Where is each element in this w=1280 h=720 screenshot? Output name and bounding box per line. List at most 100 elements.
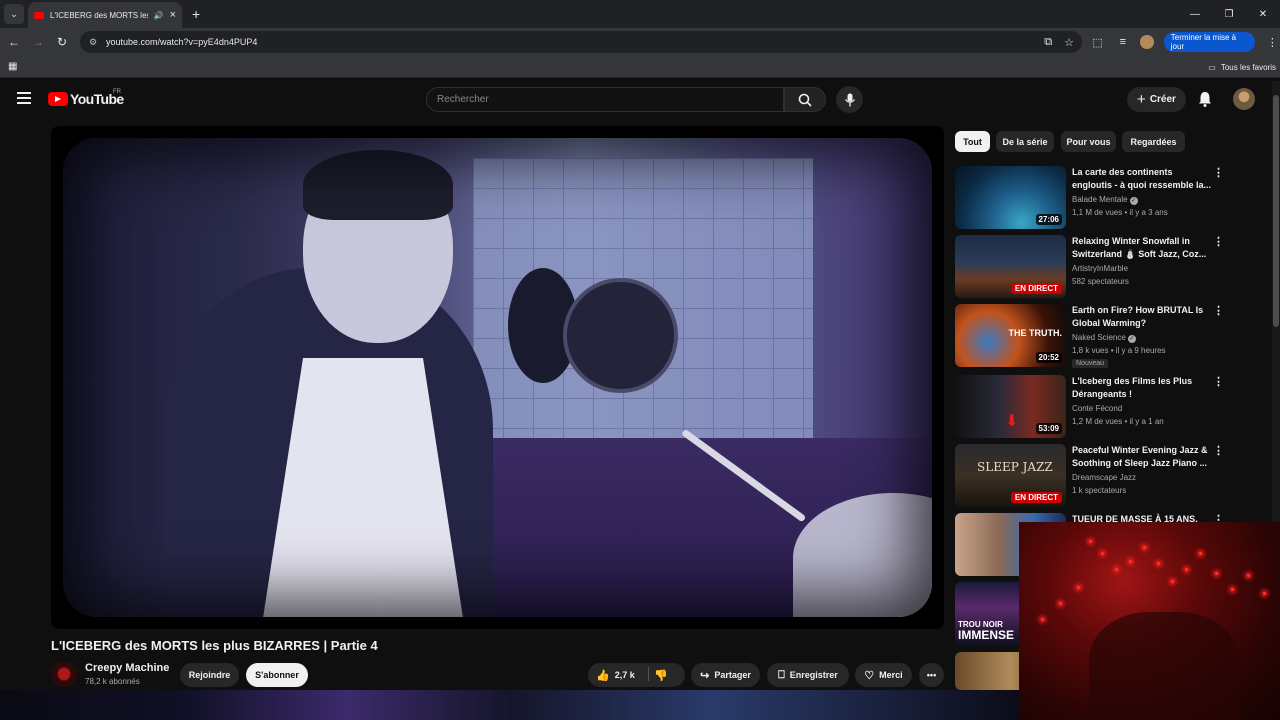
thumbnail-caption: IMMENSE [958, 628, 1015, 642]
subscribe-button[interactable]: S'abonner [246, 663, 308, 687]
channel-avatar[interactable] [51, 661, 77, 687]
back-icon[interactable]: ← [2, 35, 26, 49]
video-thumbnail[interactable]: 27:06 [955, 166, 1066, 229]
voice-search-button[interactable] [836, 86, 863, 113]
chip-for-you[interactable]: Pour vous [1061, 131, 1116, 152]
dislike-icon[interactable]: 👎 [654, 669, 668, 682]
recommendation-channel[interactable]: ArtistryInMarble [1072, 264, 1128, 273]
create-label: Créer [1149, 94, 1176, 105]
browser-tab-bar: ⌄ L'ICEBERG des MORTS les p 🔊 × + — ❐ ✕ [0, 0, 1280, 28]
new-tab-icon[interactable]: + [192, 6, 200, 22]
fairy-light [1089, 540, 1092, 543]
youtube-play-icon [48, 92, 68, 106]
duration-badge: 53:09 [1035, 423, 1062, 434]
speaker-icon[interactable]: 🔊 [154, 11, 164, 20]
plus-icon: + [1137, 91, 1146, 108]
duration-badge: 27:06 [1035, 214, 1062, 225]
all-bookmarks[interactable]: ▭ Tous les favoris [1208, 56, 1276, 78]
recommendation-channel[interactable]: Dreamscape Jazz [1072, 473, 1136, 482]
down-arrow-icon: ⬇ [1005, 413, 1019, 430]
thanks-label: Merci [879, 670, 903, 680]
recommendation-channel[interactable]: Conte Fécond [1072, 404, 1122, 413]
media-controls-icon[interactable]: ≡ [1115, 36, 1130, 48]
search-input[interactable]: Rechercher [426, 87, 784, 112]
recommendation-channel[interactable]: Balade Mentale ✓ [1072, 195, 1138, 205]
browser-menu-icon[interactable]: ⋮ [1265, 36, 1280, 49]
account-avatar[interactable] [1233, 88, 1255, 110]
recommendation-title[interactable]: Relaxing Winter Snowfall in Switzerland … [1072, 235, 1212, 261]
address-bar-row: ← → ↻ ⚙ youtube.com/watch?v=pyE4dn4PUP4 … [0, 28, 1280, 56]
thanks-button[interactable]: ♡ Merci [855, 663, 912, 687]
tab-search-icon[interactable]: ⌄ [4, 4, 24, 24]
recommendation-title[interactable]: Peaceful Winter Evening Jazz & Soothing … [1072, 444, 1212, 470]
fairy-light [1171, 580, 1174, 583]
bookmarks-bar: ▦ ▭ Tous les favoris [0, 56, 1280, 78]
create-button[interactable]: + Créer [1127, 87, 1186, 112]
fairy-light [1231, 588, 1234, 591]
bookmark-star-icon[interactable]: ☆ [1064, 36, 1074, 49]
join-button[interactable]: Rejoindre [180, 663, 239, 687]
extensions-icon[interactable]: ⬚ [1090, 36, 1105, 49]
vignette-overlay [63, 138, 932, 617]
recommendation-item[interactable]: 27:06 La carte des continents engloutis … [955, 166, 1270, 232]
fairy-light [1247, 574, 1250, 577]
forward-icon[interactable]: → [26, 35, 50, 49]
url-field[interactable]: ⚙ youtube.com/watch?v=pyE4dn4PUP4 ⧉ ☆ [80, 31, 1082, 53]
chip-watched[interactable]: Regardées [1122, 131, 1185, 152]
more-actions-button[interactable]: ••• [919, 663, 944, 687]
recommendation-item[interactable]: THE TRUTH. 20:52 Earth on Fire? How BRUT… [955, 304, 1270, 372]
folder-icon: ▭ [1208, 62, 1216, 72]
install-app-icon[interactable]: ⧉ [1044, 36, 1052, 49]
recommendation-item[interactable]: EN DIRECT Relaxing Winter Snowfall in Sw… [955, 235, 1270, 301]
chip-from-series[interactable]: De la série [996, 131, 1054, 152]
recommendation-channel[interactable]: Naked Science ✓ [1072, 333, 1136, 343]
update-button[interactable]: Terminer la mise à jour [1163, 32, 1255, 52]
browser-tab[interactable]: L'ICEBERG des MORTS les p 🔊 × [28, 2, 182, 28]
kebab-menu-icon[interactable]: ⋮ [1213, 166, 1224, 179]
search-icon [798, 93, 812, 107]
recommendation-title[interactable]: La carte des continents engloutis - à qu… [1072, 166, 1212, 192]
close-window-icon[interactable]: ✕ [1246, 9, 1280, 20]
profile-avatar[interactable] [1140, 35, 1154, 49]
minimize-icon[interactable]: — [1178, 9, 1212, 20]
like-count[interactable]: 2,7 k [615, 670, 635, 680]
kebab-menu-icon[interactable]: ⋮ [1213, 304, 1224, 317]
kebab-menu-icon[interactable]: ⋮ [1213, 235, 1224, 248]
kebab-menu-icon[interactable]: ⋮ [1213, 444, 1224, 457]
video-thumbnail[interactable]: EN DIRECT [955, 235, 1066, 298]
recommendation-item[interactable]: SLEEP JAZZ EN DIRECT Peaceful Winter Eve… [955, 444, 1270, 510]
share-button[interactable]: ↪ Partager [691, 663, 760, 687]
fairy-light [1215, 572, 1218, 575]
channel-name[interactable]: Creepy Machine [85, 662, 169, 674]
chip-all[interactable]: Tout [955, 131, 990, 152]
video-thumbnail[interactable]: THE TRUTH. 20:52 [955, 304, 1066, 367]
fairy-light [1185, 568, 1188, 571]
recommendation-title[interactable]: L'Iceberg des Films les Plus Dérangeants… [1072, 375, 1212, 401]
notifications-bell-icon[interactable] [1196, 90, 1214, 108]
search-button[interactable] [784, 87, 826, 112]
video-thumbnail[interactable]: ⬇ 53:09 [955, 375, 1066, 438]
recommendation-meta: 1 k spectateurs [1072, 486, 1127, 495]
reload-icon[interactable]: ↻ [50, 35, 74, 49]
thumbnail-caption: SLEEP JAZZ [977, 460, 1053, 474]
recommendation-title[interactable]: Earth on Fire? How BRUTAL Is Global Warm… [1072, 304, 1212, 330]
save-button[interactable]: ⎕ Enregistrer [767, 663, 849, 687]
share-label: Partager [714, 670, 751, 680]
menu-icon[interactable] [17, 92, 31, 104]
region-code: FR [113, 89, 121, 95]
video-thumbnail[interactable]: SLEEP JAZZ EN DIRECT [955, 444, 1066, 507]
site-info-icon[interactable]: ⚙ [86, 35, 100, 49]
scrollbar-thumb[interactable] [1273, 95, 1279, 327]
video-player[interactable] [51, 126, 944, 629]
fairy-light [1157, 562, 1160, 565]
like-icon[interactable]: 👍 [596, 669, 610, 682]
apps-grid-icon[interactable]: ▦ [8, 61, 17, 72]
url-text: youtube.com/watch?v=pyE4dn4PUP4 [106, 37, 258, 47]
close-tab-icon[interactable]: × [170, 9, 176, 21]
live-badge: EN DIRECT [1010, 283, 1062, 294]
window-controls: — ❐ ✕ [1178, 0, 1280, 28]
recommendation-item[interactable]: ⬇ 53:09 L'Iceberg des Films les Plus Dér… [955, 375, 1270, 441]
maximize-icon[interactable]: ❐ [1212, 9, 1246, 20]
verified-icon: ✓ [1127, 335, 1136, 343]
kebab-menu-icon[interactable]: ⋮ [1213, 375, 1224, 388]
